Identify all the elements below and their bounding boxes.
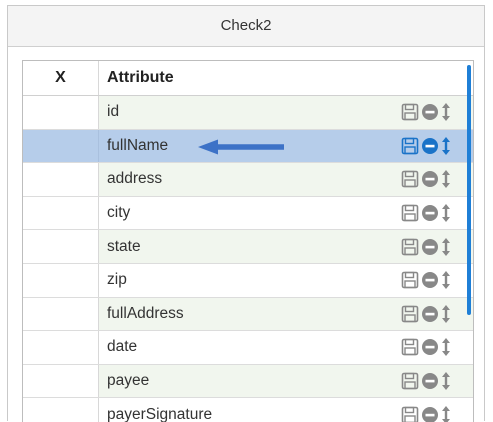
vertical-move-icon[interactable] bbox=[441, 203, 451, 223]
save-icon[interactable] bbox=[401, 305, 419, 323]
column-header-attribute[interactable]: Attribute bbox=[99, 61, 473, 95]
table-row[interactable]: state bbox=[23, 230, 473, 264]
row-label: id bbox=[107, 103, 120, 121]
attribute-panel: Check2 X Attribute id fullName address c… bbox=[7, 5, 485, 422]
grid-header: X Attribute bbox=[23, 61, 473, 96]
row-attribute-cell[interactable]: fullAddress bbox=[99, 297, 473, 331]
save-icon[interactable] bbox=[401, 372, 419, 390]
attribute-grid: X Attribute id fullName address city sta… bbox=[22, 60, 474, 422]
row-attribute-cell[interactable]: address bbox=[99, 163, 473, 196]
row-x-cell[interactable] bbox=[23, 96, 99, 129]
row-attribute-cell[interactable]: date bbox=[99, 331, 473, 364]
row-attribute-cell[interactable]: city bbox=[99, 197, 473, 230]
row-actions bbox=[401, 337, 451, 357]
vertical-move-icon[interactable] bbox=[441, 371, 451, 391]
row-attribute-cell[interactable]: payerSignature bbox=[99, 398, 473, 422]
row-actions bbox=[401, 102, 451, 122]
minus-circle-icon[interactable] bbox=[421, 103, 439, 121]
table-row[interactable]: date bbox=[23, 331, 473, 365]
save-icon[interactable] bbox=[401, 271, 419, 289]
row-label: date bbox=[107, 338, 138, 356]
minus-circle-icon[interactable] bbox=[421, 238, 439, 256]
minus-circle-icon[interactable] bbox=[421, 372, 439, 390]
row-actions bbox=[401, 136, 451, 156]
grid-body: id fullName address city state zip fullA… bbox=[23, 96, 473, 422]
row-attribute-cell[interactable]: id bbox=[99, 96, 473, 129]
save-icon[interactable] bbox=[401, 338, 419, 356]
minus-circle-icon[interactable] bbox=[421, 406, 439, 422]
vertical-move-icon[interactable] bbox=[441, 169, 451, 189]
row-x-cell[interactable] bbox=[23, 297, 99, 331]
table-row[interactable]: fullAddress bbox=[23, 297, 473, 332]
save-icon[interactable] bbox=[401, 204, 419, 222]
vertical-move-icon[interactable] bbox=[441, 102, 451, 122]
table-row[interactable]: zip bbox=[23, 263, 473, 298]
table-row[interactable]: address bbox=[23, 163, 473, 197]
save-icon[interactable] bbox=[401, 137, 419, 155]
row-label: fullAddress bbox=[107, 304, 184, 322]
minus-circle-icon[interactable] bbox=[421, 338, 439, 356]
row-x-cell[interactable] bbox=[23, 398, 99, 422]
row-label: address bbox=[107, 170, 163, 188]
row-x-cell[interactable] bbox=[23, 129, 99, 163]
row-label: payerSignature bbox=[107, 405, 213, 422]
row-x-cell[interactable] bbox=[23, 196, 99, 230]
minus-circle-icon[interactable] bbox=[421, 137, 439, 155]
row-attribute-cell[interactable]: state bbox=[99, 230, 473, 263]
row-actions bbox=[401, 270, 451, 290]
row-label: zip bbox=[107, 271, 127, 289]
row-actions bbox=[401, 169, 451, 189]
row-actions bbox=[401, 371, 451, 391]
save-icon[interactable] bbox=[401, 170, 419, 188]
row-label: city bbox=[107, 204, 131, 222]
row-actions bbox=[401, 405, 451, 422]
row-actions bbox=[401, 203, 451, 223]
row-attribute-cell[interactable]: zip bbox=[99, 264, 473, 297]
save-icon[interactable] bbox=[401, 238, 419, 256]
table-row[interactable]: payerSignature bbox=[23, 398, 473, 422]
row-label: state bbox=[107, 237, 141, 255]
minus-circle-icon[interactable] bbox=[421, 305, 439, 323]
column-header-x[interactable]: X bbox=[23, 61, 99, 95]
vertical-move-icon[interactable] bbox=[441, 405, 451, 422]
row-x-cell[interactable] bbox=[23, 364, 99, 398]
table-row[interactable]: fullName bbox=[23, 129, 473, 164]
row-x-cell[interactable] bbox=[23, 331, 99, 364]
row-x-cell[interactable] bbox=[23, 163, 99, 196]
vertical-move-icon[interactable] bbox=[441, 304, 451, 324]
save-icon[interactable] bbox=[401, 103, 419, 121]
minus-circle-icon[interactable] bbox=[421, 170, 439, 188]
row-actions bbox=[401, 237, 451, 257]
minus-circle-icon[interactable] bbox=[421, 204, 439, 222]
table-row[interactable]: city bbox=[23, 196, 473, 231]
minus-circle-icon[interactable] bbox=[421, 271, 439, 289]
left-arrow-icon bbox=[196, 138, 286, 161]
vertical-move-icon[interactable] bbox=[441, 237, 451, 257]
table-row[interactable]: payee bbox=[23, 364, 473, 399]
row-label: payee bbox=[107, 372, 150, 390]
vertical-move-icon[interactable] bbox=[441, 136, 451, 156]
row-x-cell[interactable] bbox=[23, 230, 99, 263]
row-actions bbox=[401, 304, 451, 324]
row-attribute-cell[interactable]: payee bbox=[99, 364, 473, 398]
vertical-scrollbar[interactable] bbox=[467, 65, 471, 315]
save-icon[interactable] bbox=[401, 406, 419, 422]
row-x-cell[interactable] bbox=[23, 263, 99, 297]
row-attribute-cell[interactable]: fullName bbox=[99, 129, 473, 163]
table-row[interactable]: id bbox=[23, 96, 473, 130]
vertical-move-icon[interactable] bbox=[441, 270, 451, 290]
panel-title: Check2 bbox=[8, 6, 484, 47]
vertical-move-icon[interactable] bbox=[441, 337, 451, 357]
